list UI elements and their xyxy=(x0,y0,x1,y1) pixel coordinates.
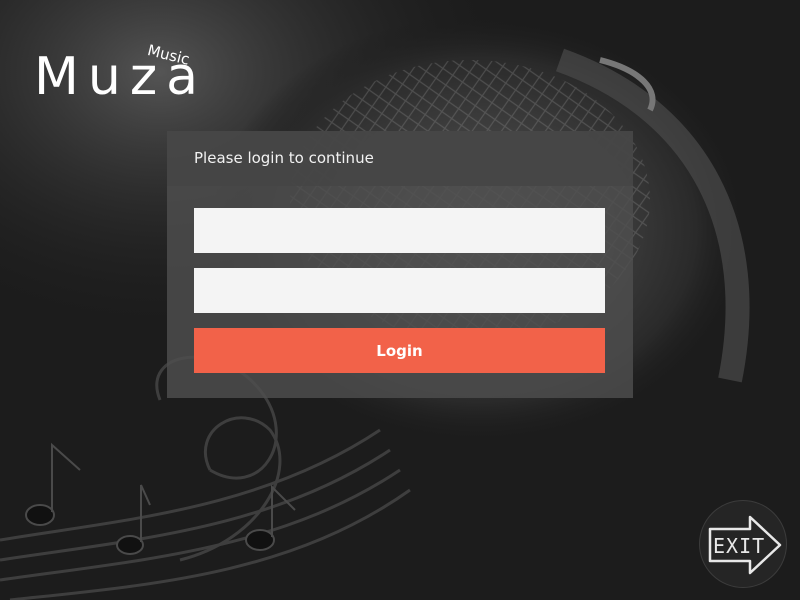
login-button[interactable]: Login xyxy=(194,328,605,373)
brand-logo: Muza Music xyxy=(34,41,204,110)
password-field[interactable] xyxy=(194,268,605,313)
login-header: Please login to continue xyxy=(167,131,633,186)
exit-button[interactable]: EXIT xyxy=(699,500,787,588)
exit-label: EXIT xyxy=(713,534,766,558)
username-field[interactable] xyxy=(194,208,605,253)
login-panel: Please login to continue Login xyxy=(167,131,633,398)
